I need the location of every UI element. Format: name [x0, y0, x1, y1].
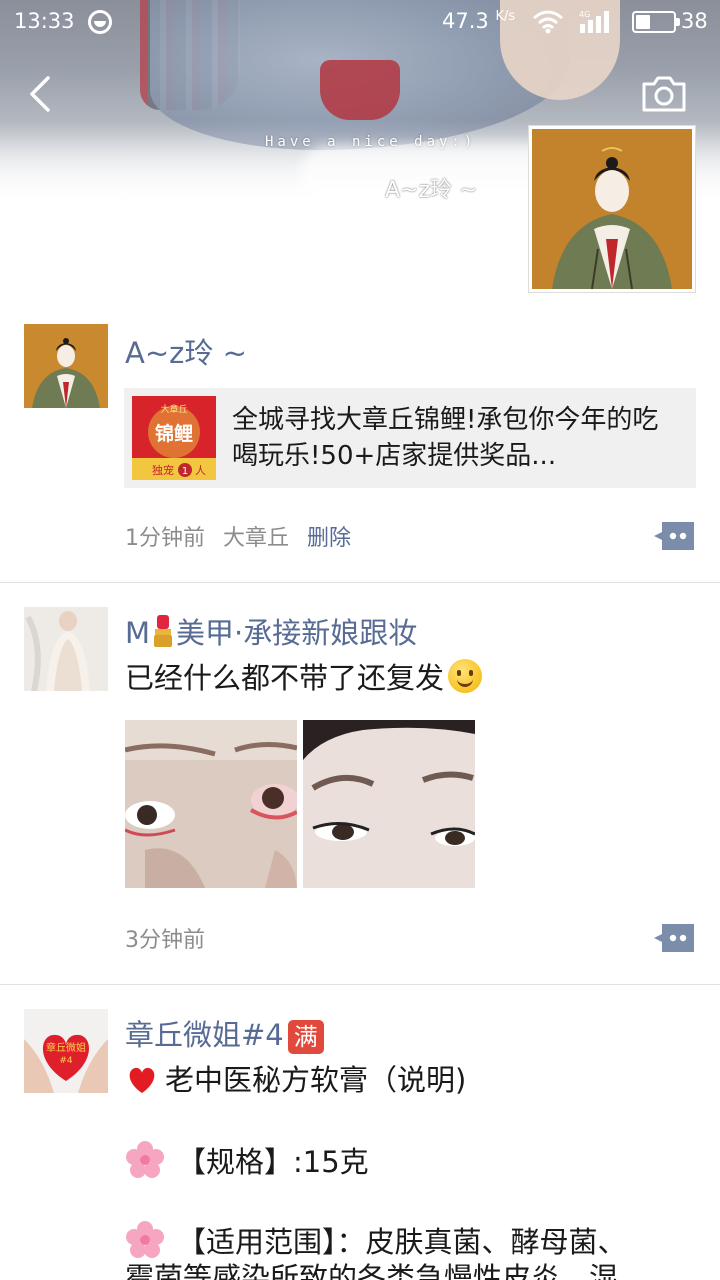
post-text-line: 霉菌等感染所致的各类急慢性皮炎、湿	[125, 1261, 619, 1280]
post-text-line: 老中医秘方软膏（说明)	[125, 1060, 466, 1100]
post-location[interactable]: 大章丘	[223, 526, 289, 551]
camera-button[interactable]	[640, 74, 688, 114]
status-time: 13:33	[14, 9, 75, 33]
post-text-line: 【规格】:15克	[125, 1140, 369, 1182]
post-photo-2[interactable]	[303, 720, 475, 888]
comment-button[interactable]	[652, 922, 696, 954]
post-avatar[interactable]	[24, 607, 108, 691]
post-avatar[interactable]	[24, 324, 108, 408]
battery-icon	[632, 11, 680, 33]
thumb-top-text: 大章丘	[160, 403, 187, 415]
avatar-photo	[24, 607, 108, 691]
smile-emoji-icon	[448, 659, 483, 693]
post-photo-1[interactable]	[125, 720, 297, 888]
post-avatar[interactable]: 章丘微姐 #4	[24, 1009, 108, 1093]
wifi-icon	[533, 10, 563, 34]
cherry-blossom-icon	[126, 1141, 164, 1178]
post-time: 1分钟前	[125, 526, 205, 551]
post-divider	[0, 582, 720, 583]
cherry-blossom-icon	[126, 1221, 164, 1258]
heart-icon	[129, 1067, 155, 1093]
post-author[interactable]: A~z玲 ~	[125, 330, 247, 372]
camera-icon	[642, 76, 686, 112]
avatar-text: #4	[59, 1056, 73, 1066]
back-icon	[30, 76, 50, 112]
share-thumbnail: 大章丘 锦鲤 独宠 1 人	[132, 396, 216, 480]
avatar-illustration	[24, 324, 108, 408]
share-title: 全城寻找大章丘锦鲤!承包你今年的吃 喝玩乐!50+店家提供奖品...	[232, 402, 692, 474]
comment-icon	[654, 924, 694, 952]
thumb-bottom-b: 人	[195, 464, 206, 477]
cover-area[interactable]: Have a nice day:) A~z玲 ~	[0, 0, 720, 300]
comment-button[interactable]	[652, 520, 696, 552]
post-author[interactable]: 章丘微姐#4 满	[125, 1012, 324, 1054]
lipstick-icon	[152, 613, 174, 647]
battery-level: 38	[681, 9, 708, 33]
avatar-text: 章丘微姐	[46, 1041, 86, 1054]
delete-link[interactable]: 删除	[307, 526, 351, 551]
thumb-main-text: 锦鲤	[155, 422, 193, 445]
status-bar: 13:33 47.3 K/s 4G 38	[0, 0, 720, 44]
post-text: 已经什么都不带了还复发	[125, 658, 483, 698]
thumb-bottom-num: 1	[182, 466, 188, 477]
sync-icon	[88, 10, 112, 34]
post-meta: 1分钟前 大章丘 删除	[125, 520, 351, 552]
back-button[interactable]	[24, 70, 64, 118]
share-title-line: 全城寻找大章丘锦鲤!承包你今年的吃	[232, 405, 659, 435]
cover-user-name: A~z玲 ~	[385, 178, 478, 203]
profile-avatar[interactable]	[528, 125, 696, 293]
avatar-heart-hands: 章丘微姐 #4	[24, 1009, 108, 1093]
comment-icon	[654, 522, 694, 550]
net-speed: 47.3 K/s	[442, 9, 516, 33]
post-author[interactable]: M 美甲·承接新娘跟妆	[125, 610, 417, 652]
post-time: 3分钟前	[125, 928, 205, 953]
share-link-card[interactable]: 大章丘 锦鲤 独宠 1 人 全城寻找大章丘锦鲤!承包你今年的吃 喝玩乐!50+店…	[124, 388, 696, 488]
signal-icon: 4G	[579, 10, 609, 33]
avatar-illustration	[532, 129, 692, 290]
full-badge-icon: 满	[287, 1020, 324, 1054]
post-divider	[0, 984, 720, 985]
svg-text:4G: 4G	[579, 10, 590, 19]
cover-tagline: Have a nice day:)	[265, 134, 477, 150]
thumb-bottom-a: 独宠	[152, 463, 174, 477]
share-title-line: 喝玩乐!50+店家提供奖品...	[232, 441, 557, 471]
post-text-line: 【适用范围】：皮肤真菌、酵母菌、	[125, 1220, 627, 1262]
